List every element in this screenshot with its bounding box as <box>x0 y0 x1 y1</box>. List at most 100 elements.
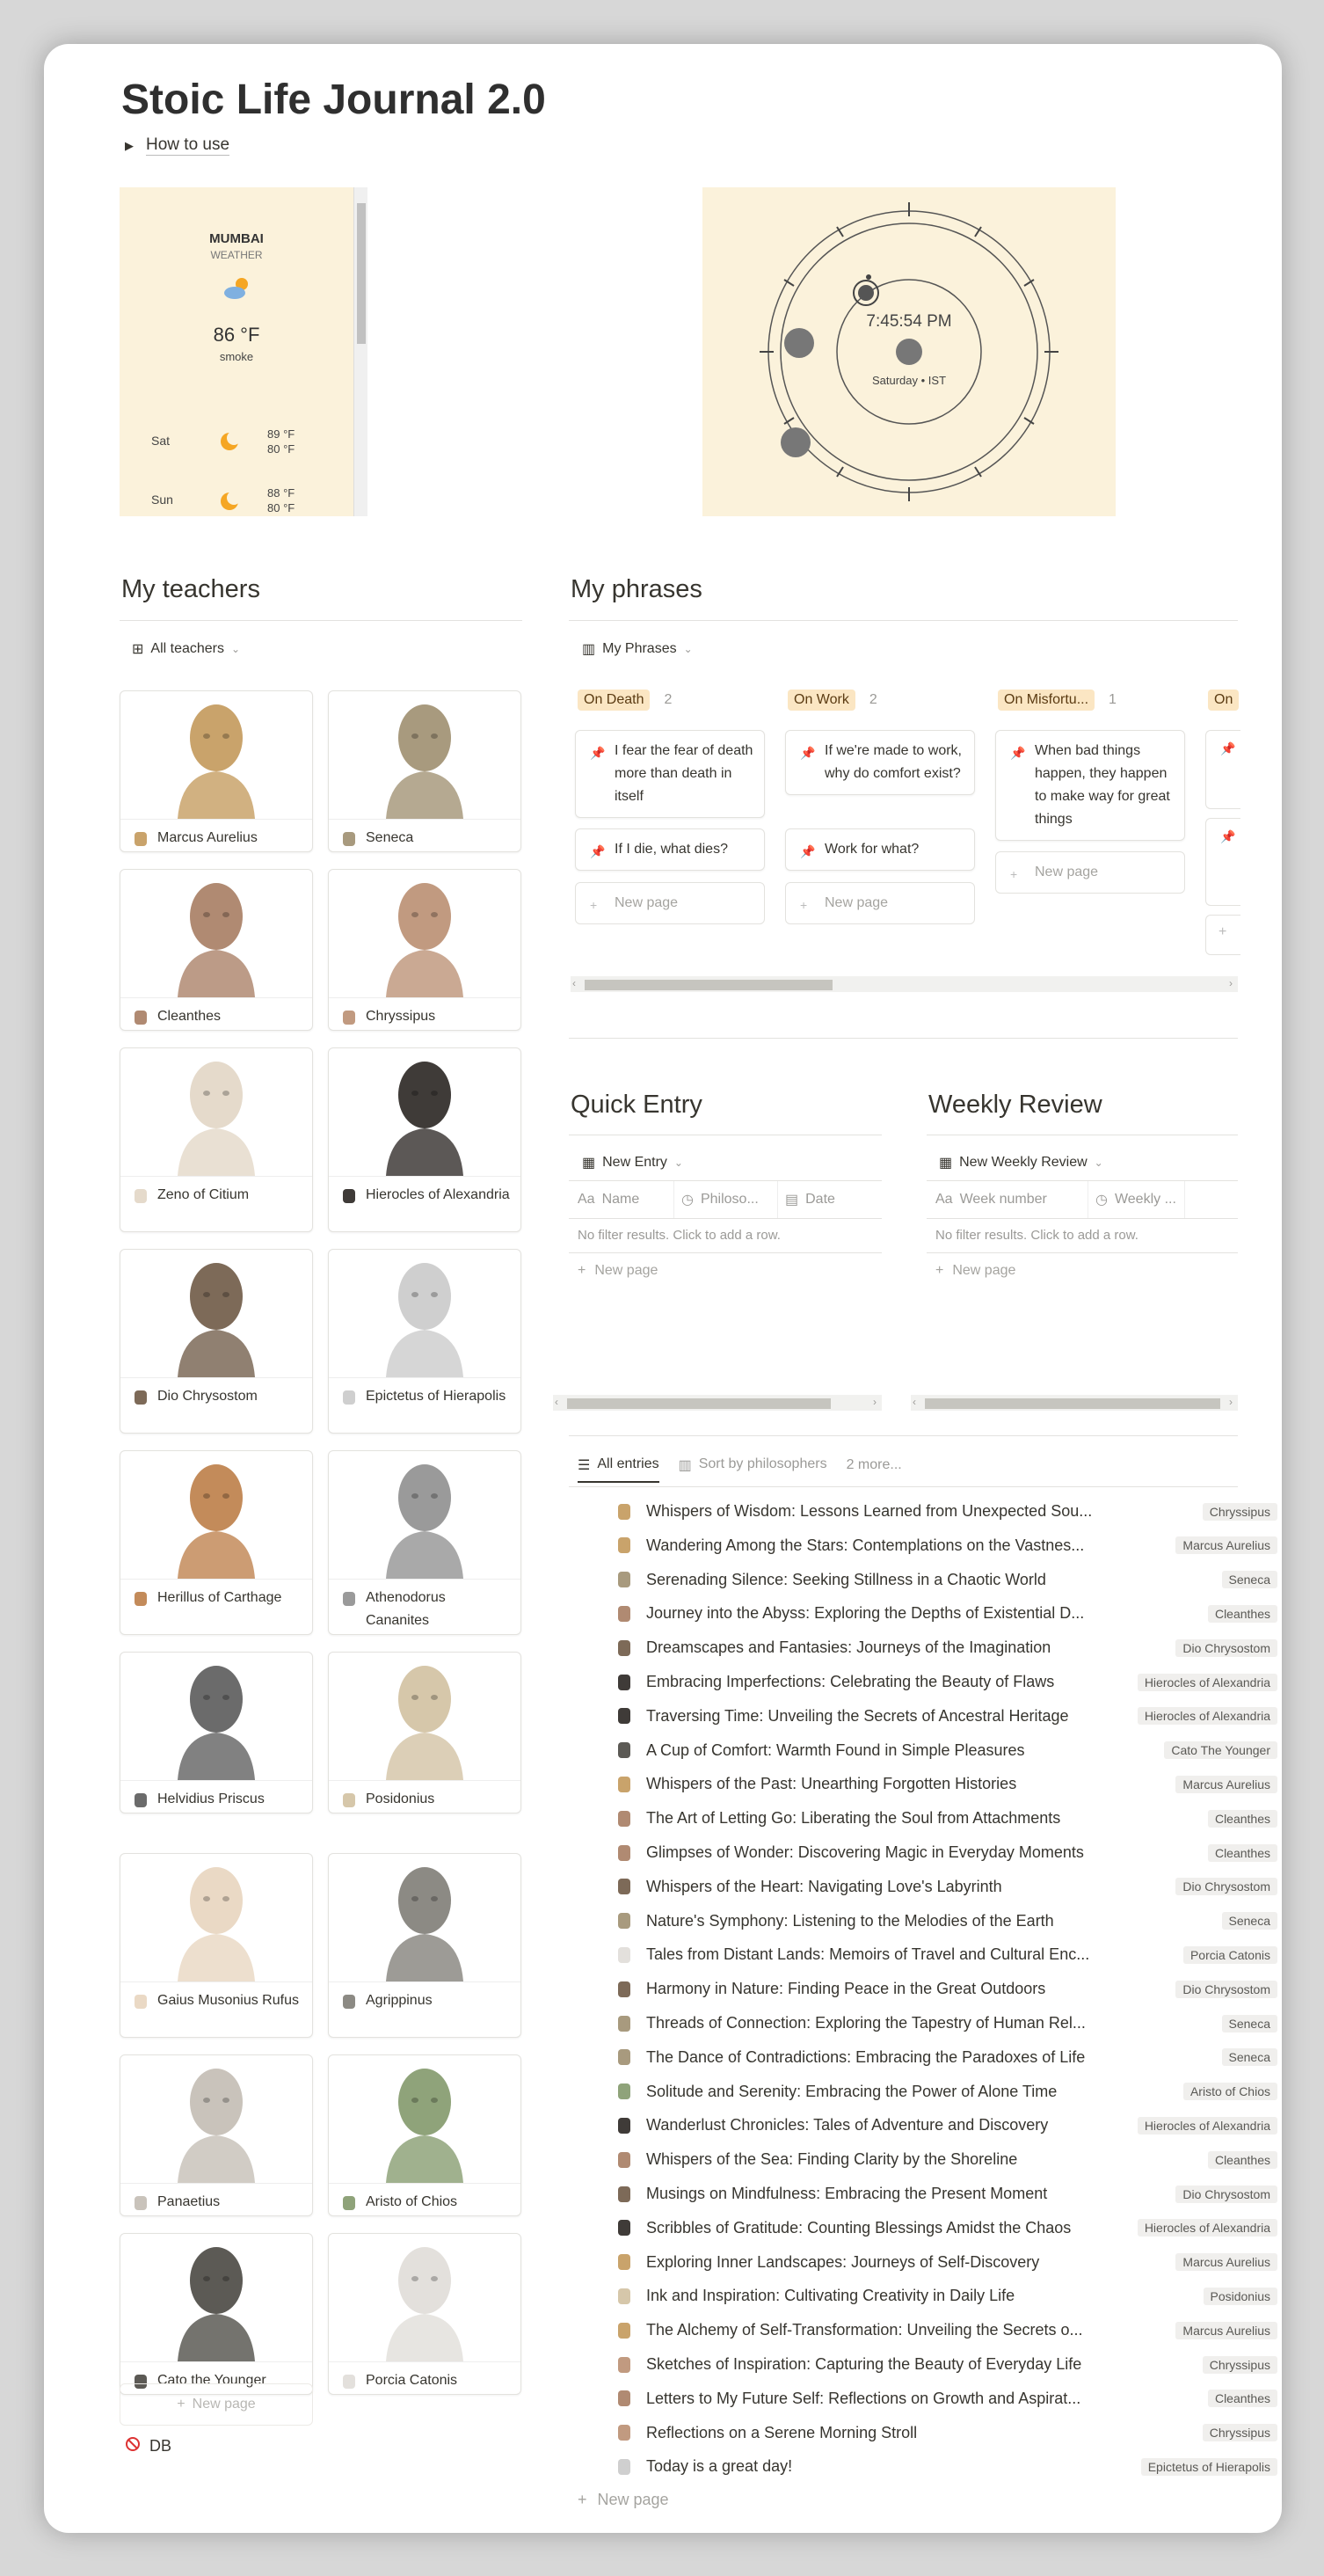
teacher-card[interactable]: Gaius Musonius Rufus <box>120 1853 313 2038</box>
entry-row[interactable]: Wanderlust Chronicles: Tales of Adventur… <box>618 2108 1277 2142</box>
scroll-left-icon[interactable]: ‹ <box>555 1396 558 1408</box>
entry-row[interactable]: The Alchemy of Self-Transformation: Unve… <box>618 2313 1277 2347</box>
entry-row[interactable]: Nature's Symphony: Listening to the Melo… <box>618 1904 1277 1938</box>
teacher-card[interactable]: Zeno of Citium <box>120 1047 313 1232</box>
teachers-new-page-button[interactable]: + New page <box>120 2383 313 2426</box>
tab-sort-by-philosophers[interactable]: ▥ Sort by philosophers <box>679 1456 827 1483</box>
entry-row[interactable]: Glimpses of Wonder: Discovering Magic in… <box>618 1835 1277 1870</box>
quick-entry-new-page-button[interactable]: + New page <box>578 1263 658 1279</box>
entry-row[interactable]: Threads of Connection: Exploring the Tap… <box>618 2006 1277 2040</box>
entry-row[interactable]: The Art of Letting Go: Liberating the So… <box>618 1801 1277 1835</box>
teacher-card[interactable]: Dio Chrysostom <box>120 1249 313 1434</box>
entry-row[interactable]: The Dance of Contradictions: Embracing t… <box>618 2040 1277 2075</box>
weekly-review-view-tab[interactable]: ▦ New Weekly Review ⌄ <box>939 1154 1103 1171</box>
entry-row[interactable]: Scribbles of Gratitude: Counting Blessin… <box>618 2211 1277 2245</box>
entry-row[interactable]: Whispers of the Past: Unearthing Forgott… <box>618 1767 1277 1801</box>
teacher-card[interactable]: Cato the Younger <box>120 2233 313 2395</box>
weather-scrollbar[interactable] <box>353 187 367 516</box>
scroll-right-icon[interactable]: › <box>873 1396 877 1408</box>
teacher-card[interactable]: Hierocles of Alexandria <box>328 1047 521 1232</box>
board-column-header[interactable]: On Death 2 <box>578 690 672 711</box>
entry-row[interactable]: Ink and Inspiration: Cultivating Creativ… <box>618 2279 1277 2313</box>
gallery-icon: ⊞ <box>132 642 144 657</box>
entry-row[interactable]: Serenading Silence: Seeking Stillness in… <box>618 1563 1277 1597</box>
board-scrollbar[interactable]: ‹ › <box>571 976 1238 992</box>
teacher-card[interactable]: Chryssipus <box>328 869 521 1031</box>
entry-row[interactable]: Dreamscapes and Fantasies: Journeys of t… <box>618 1631 1277 1665</box>
teacher-card[interactable]: Marcus Aurelius <box>120 690 313 852</box>
entry-row[interactable]: Musings on Mindfulness: Embracing the Pr… <box>618 2177 1277 2211</box>
phrase-card[interactable]: 📌 If we're made to work, why do comfort e… <box>785 730 975 795</box>
entry-row[interactable]: A Cup of Comfort: Warmth Found in Simple… <box>618 1733 1277 1768</box>
entry-row[interactable]: Whispers of Wisdom: Lessons Learned from… <box>618 1494 1277 1529</box>
bust-icon <box>618 1503 630 1520</box>
phrase-card-partial[interactable]: 📌 <box>1205 818 1240 906</box>
teacher-card[interactable]: Cleanthes <box>120 869 313 1031</box>
quick-entry-view-tab[interactable]: ▦ New Entry ⌄ <box>582 1154 683 1171</box>
entry-title: The Alchemy of Self-Transformation: Unve… <box>646 2321 1083 2339</box>
teacher-card[interactable]: Panaetius <box>120 2054 313 2216</box>
teachers-view-tab[interactable]: ⊞ All teachers ⌄ <box>132 640 240 658</box>
phrase-card[interactable]: 📌 Work for what? <box>785 828 975 871</box>
db-link[interactable]: DB <box>125 2436 171 2456</box>
entry-row[interactable]: Sketches of Inspiration: Capturing the B… <box>618 2347 1277 2382</box>
tab-all-entries[interactable]: ☰ All entries <box>578 1456 659 1483</box>
teacher-card[interactable]: Seneca <box>328 690 521 852</box>
entries-new-page-button[interactable]: + New page <box>578 2491 669 2509</box>
entry-row[interactable]: Whispers of the Heart: Navigating Love's… <box>618 1870 1277 1904</box>
entry-row[interactable]: Exploring Inner Landscapes: Journeys of … <box>618 2245 1277 2280</box>
how-to-use-toggle[interactable]: ▶ How to use <box>125 135 230 156</box>
scroll-right-icon[interactable]: › <box>1229 977 1233 989</box>
teacher-card[interactable]: Agrippinus <box>328 1853 521 2038</box>
entry-row[interactable]: Solitude and Serenity: Embracing the Pow… <box>618 2075 1277 2109</box>
empty-state-text[interactable]: No filter results. Click to add a row. <box>935 1228 1138 1243</box>
scroll-left-icon[interactable]: ‹ <box>572 977 576 989</box>
entry-row[interactable]: Tales from Distant Lands: Memoirs of Tra… <box>618 1937 1277 1972</box>
phrase-card-partial[interactable]: 📌 <box>1205 730 1240 809</box>
entry-row[interactable]: Letters to My Future Self: Reflections o… <box>618 2382 1277 2416</box>
phrase-card[interactable]: 📌 If I die, what dies? <box>575 828 765 871</box>
entry-row[interactable]: Wandering Among the Stars: Contemplation… <box>618 1529 1277 1563</box>
teacher-card[interactable]: Epictetus of Hierapolis <box>328 1249 521 1434</box>
column-header-date[interactable]: ▤ Date <box>778 1181 882 1218</box>
entry-row[interactable]: Whispers of the Sea: Finding Clarity by … <box>618 2142 1277 2177</box>
column-header-name[interactable]: Aa Name <box>571 1181 674 1218</box>
entry-title: Ink and Inspiration: Cultivating Creativ… <box>646 2287 1015 2305</box>
entry-row[interactable]: Harmony in Nature: Finding Peace in the … <box>618 1972 1277 2006</box>
bust-icon <box>618 1605 630 1622</box>
toggle-triangle-icon[interactable]: ▶ <box>125 139 134 153</box>
weekly-review-scrollbar[interactable]: ‹ › <box>911 1395 1238 1411</box>
teacher-card[interactable]: Athenodorus Cananites <box>328 1450 521 1635</box>
empty-state-text[interactable]: No filter results. Click to add a row. <box>578 1228 781 1243</box>
phrase-card[interactable]: 📌 When bad things happen, they happen to … <box>995 730 1185 841</box>
new-page-button[interactable]: + New page <box>575 882 765 924</box>
entry-row[interactable]: Reflections on a Serene Morning Stroll Ch… <box>618 2416 1277 2450</box>
entry-row[interactable]: Journey into the Abyss: Exploring the De… <box>618 1596 1277 1631</box>
teacher-card[interactable]: Posidonius <box>328 1652 521 1813</box>
teacher-card[interactable]: Porcia Catonis <box>328 2233 521 2395</box>
scroll-left-icon[interactable]: ‹ <box>913 1396 916 1408</box>
bust-image <box>120 1250 312 1378</box>
column-header-weekly[interactable]: ◷ Weekly ... <box>1088 1181 1185 1218</box>
tab-more[interactable]: 2 more... <box>847 1457 902 1482</box>
phrases-view-tab[interactable]: ▥ My Phrases ⌄ <box>582 640 693 658</box>
entry-row[interactable]: Traversing Time: Unveiling the Secrets o… <box>618 1699 1277 1733</box>
quick-entry-scrollbar[interactable]: ‹ › <box>553 1395 882 1411</box>
entry-row[interactable]: Embracing Imperfections: Celebrating the… <box>618 1665 1277 1699</box>
teacher-card[interactable]: Helvidius Priscus <box>120 1652 313 1813</box>
teacher-card[interactable]: Herillus of Carthage <box>120 1450 313 1635</box>
new-page-partial[interactable]: + <box>1205 915 1240 955</box>
scroll-right-icon[interactable]: › <box>1229 1396 1233 1408</box>
weekly-review-new-page-button[interactable]: + New page <box>935 1263 1015 1279</box>
board-column-header[interactable]: On Misfortu... 1 <box>998 690 1117 711</box>
phrase-card[interactable]: 📌 I fear the fear of death more than deat… <box>575 730 765 818</box>
new-page-button[interactable]: + New page <box>785 882 975 924</box>
column-header-philosopher[interactable]: ◷ Philoso... <box>674 1181 778 1218</box>
column-count: 2 <box>869 692 877 707</box>
board-column-header[interactable]: On <box>1208 690 1240 711</box>
board-column-header[interactable]: On Work 2 <box>788 690 877 711</box>
new-page-button[interactable]: + New page <box>995 851 1185 894</box>
column-header-week-number[interactable]: Aa Week number <box>928 1181 1088 1218</box>
entry-row[interactable]: Today is a great day! Epictetus of Hierap… <box>618 2449 1277 2484</box>
teacher-card[interactable]: Aristo of Chios <box>328 2054 521 2216</box>
